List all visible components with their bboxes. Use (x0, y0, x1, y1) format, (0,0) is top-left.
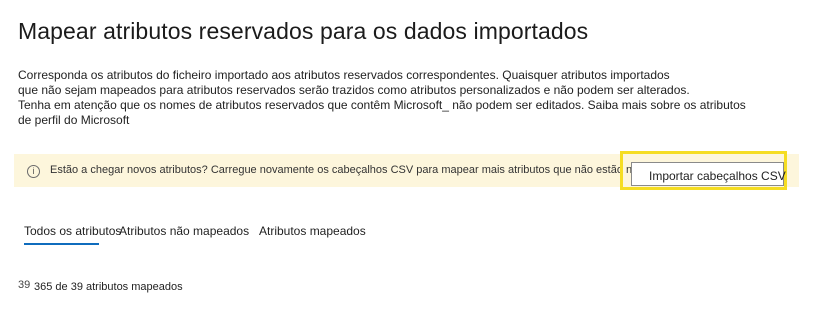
description-line: Tenha em atenção que os nomes de atribut… (18, 98, 746, 112)
mapped-count-text: 365 de 39 atributos mapeados (34, 281, 183, 293)
description-line: de perfil do Microsoft (18, 113, 130, 127)
tab-all-attributes[interactable]: Todos os atributos (24, 224, 121, 238)
import-csv-headers-button[interactable]: Importar cabeçalhos CSV (631, 162, 786, 186)
description-line: que não sejam mapeados para atributos re… (18, 83, 690, 97)
description-line: Corresponda os atributos do ficheiro imp… (18, 68, 670, 82)
tab-unmapped-attributes[interactable]: Atributos não mapeados (119, 224, 249, 238)
selected-tab-indicator (24, 243, 99, 245)
banner-message: Estão a chegar novos atributos? Carregue… (50, 164, 667, 176)
tab-mapped-attributes[interactable]: Atributos mapeados (259, 224, 366, 238)
description: Corresponda os atributos do ficheiro imp… (18, 68, 788, 128)
info-icon: i (27, 165, 40, 178)
count-icon: 39 (18, 279, 31, 291)
page-title: Mapear atributos reservados para os dado… (18, 18, 589, 44)
